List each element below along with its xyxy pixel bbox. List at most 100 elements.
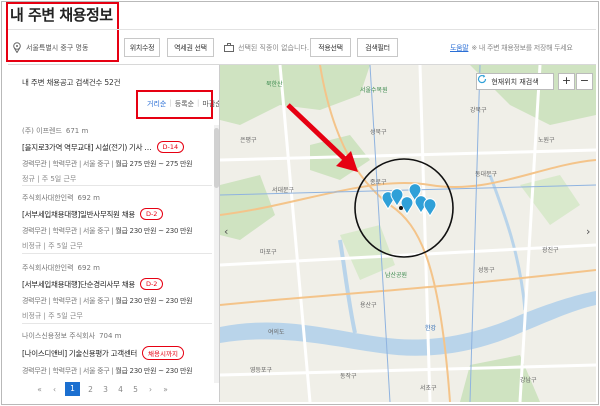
job-meta: 경력무관 | 학력무관 | 서울 중구 | 월급 230 만원 ~ 230 만원 xyxy=(22,297,193,305)
result-count: 내 주변 채용공고 검색건수 52건 xyxy=(22,78,121,87)
recenter-search-button[interactable]: 현재위치 재검색 xyxy=(476,73,554,90)
park-area xyxy=(520,175,580,225)
map-label: 강북구 xyxy=(470,107,487,114)
job-meta: 경력무관 | 학력무관 | 서울 중구 | 월급 275 만원 ~ 275 만원 xyxy=(22,160,193,168)
map-label: 남산공원 xyxy=(385,272,408,279)
job-distance: 704 m xyxy=(99,332,122,340)
job-pay: 월급 230 만원 ~ 230 만원 xyxy=(115,297,193,305)
prev-page-button[interactable]: ‹ xyxy=(47,385,62,394)
next-page-button[interactable]: › xyxy=(143,385,158,394)
job-meta-2: 비정규 | 주 5일 근무 xyxy=(22,242,83,250)
header-divider xyxy=(8,29,596,30)
edit-location-button[interactable]: 위치수정 xyxy=(124,38,160,57)
dday-badge: 채용시까지 xyxy=(142,346,184,360)
location-text: 서울특별시 중구 명동 xyxy=(26,43,89,52)
guide-notice: 도움말 ※ 내 주변 채용정보를 저장해 두세요 xyxy=(450,38,573,57)
current-location-dot xyxy=(399,206,403,210)
pagination: « ‹ 1 2 3 4 5 › » xyxy=(32,382,173,396)
job-title[interactable]: [을지로3가역 역무교대] 시설(전기) 기사 … xyxy=(22,142,152,153)
sort-by-deadline[interactable]: 마감순 xyxy=(199,99,219,109)
sort-by-distance[interactable]: 거리순 xyxy=(144,99,169,109)
pan-right-icon[interactable]: › xyxy=(586,225,590,238)
job-marker xyxy=(400,196,414,215)
map-label: 성북구 xyxy=(370,129,387,136)
map-label: 서초구 xyxy=(420,385,437,392)
first-page-button[interactable]: « xyxy=(32,385,47,394)
job-item[interactable]: 주식회사대한인력 692 m [서부세입채용대행]일반사무직원 채용 D-2 경력무… xyxy=(22,193,212,251)
job-list-panel: 내 주변 채용공고 검색건수 52건 거리순 | 등록순 | 마감순 (주) 이… xyxy=(8,65,220,402)
guide-text: ※ 내 주변 채용정보를 저장해 두세요 xyxy=(471,43,573,52)
map-label: 광진구 xyxy=(542,247,559,254)
map-label: 종로구 xyxy=(370,179,387,186)
last-page-button[interactable]: » xyxy=(158,385,173,394)
stream xyxy=(488,174,527,311)
help-link[interactable]: 도움말 xyxy=(450,43,469,53)
job-category-hint[interactable]: 선택된 직종이 없습니다. xyxy=(224,38,309,57)
job-distance: 692 m xyxy=(77,264,100,272)
briefcase-icon xyxy=(224,43,234,52)
job-item[interactable]: (주) 이프렌드 671 m [을지로3가역 역무교대] 시설(전기) 기사 … D… xyxy=(22,126,212,184)
area-select-button[interactable]: 역세권 선택 xyxy=(167,38,214,57)
job-meta-2: 비정규 | 주 5일 근무 xyxy=(22,312,83,320)
zoom-in-button[interactable]: + xyxy=(558,73,575,90)
recenter-label: 현재위치 재검색 xyxy=(491,77,539,86)
map-label: 성동구 xyxy=(478,267,495,274)
map-view[interactable]: 북한산 서울수목원 은평구 성북구 강북구 노원구 서대문구 종로구 동대문구 … xyxy=(220,65,596,402)
search-filter-button[interactable]: 검색필터 xyxy=(357,38,398,57)
map-label: 노원구 xyxy=(538,137,555,144)
sort-tabs: 거리순 | 등록순 | 마감순 xyxy=(144,99,219,109)
job-pay: 월급 275 만원 ~ 275 만원 xyxy=(115,160,193,168)
map-label: 동작구 xyxy=(340,373,357,380)
map-label: 영등포구 xyxy=(250,367,273,374)
page-5-button[interactable]: 5 xyxy=(128,385,143,394)
map-label: 서울수목원 xyxy=(360,87,388,94)
page-title: 내 주변 채용정보 xyxy=(10,6,113,24)
scrollbar-thumb[interactable] xyxy=(214,128,219,188)
dday-badge: D-14 xyxy=(156,141,185,153)
map-label: 동대문구 xyxy=(475,171,498,178)
dday-badge: D-2 xyxy=(139,208,164,220)
job-distance: 671 m xyxy=(65,127,89,135)
job-company: 주식회사대한인력 692 m xyxy=(22,264,100,272)
job-title[interactable]: [서부세입채용대행]일반사무직원 채용 xyxy=(22,209,135,220)
map-label: 강남구 xyxy=(520,377,537,384)
page-2-button[interactable]: 2 xyxy=(83,385,98,394)
map-label: 서대문구 xyxy=(272,187,295,194)
job-meta: 경력무관 | 학력무관 | 서울 중구 | 월급 230 만원 ~ 230 만원 xyxy=(22,367,193,375)
job-hint-text: 선택된 직종이 없습니다. xyxy=(238,43,310,52)
dday-badge: D-2 xyxy=(139,278,164,290)
park-area xyxy=(220,65,370,125)
map-label: 한강 xyxy=(425,325,437,332)
job-divider xyxy=(22,185,212,186)
sort-by-registration[interactable]: 등록순 xyxy=(172,99,197,109)
job-item[interactable]: 주식회사대한인력 692 m [서부세입채용대행]단순경리사무 채용 D-2 경력무… xyxy=(22,263,212,321)
job-distance: 692 m xyxy=(77,194,100,202)
map-label: 은평구 xyxy=(240,137,257,144)
job-pay: 월급 230 만원 ~ 230 만원 xyxy=(115,367,193,375)
refresh-icon xyxy=(477,74,487,84)
job-item[interactable]: 나이스신용정보 주식회사 704 m [나이스디앤비] 기술신용평가 고객센터 채용… xyxy=(22,331,212,376)
map-label: 용산구 xyxy=(360,302,377,309)
location-field[interactable]: 서울특별시 중구 명동 xyxy=(12,38,117,57)
job-title[interactable]: [나이스디앤비] 기술신용평가 고객센터 xyxy=(22,348,137,359)
zoom-out-button[interactable]: − xyxy=(576,73,593,90)
job-meta-2: 정규 | 주 5일 근무 xyxy=(22,175,77,183)
apply-button[interactable]: 적용선택 xyxy=(310,38,351,57)
map-label: 마포구 xyxy=(260,249,277,256)
page-4-button[interactable]: 4 xyxy=(113,385,128,394)
job-divider xyxy=(22,323,212,324)
page-1-button[interactable]: 1 xyxy=(65,382,80,396)
job-company: 주식회사대한인력 692 m xyxy=(22,194,100,202)
job-divider xyxy=(22,253,212,254)
job-meta: 경력무관 | 학력무관 | 서울 중구 | 월급 230 만원 ~ 230 만원 xyxy=(22,227,193,235)
location-pin-icon xyxy=(13,42,21,53)
job-company: (주) 이프렌드 671 m xyxy=(22,127,89,135)
job-title[interactable]: [서부세입채용대행]단순경리사무 채용 xyxy=(22,279,135,290)
map-canvas xyxy=(220,65,596,402)
page-3-button[interactable]: 3 xyxy=(98,385,113,394)
map-label: 북한산 xyxy=(266,81,283,88)
map-label: 여의도 xyxy=(268,329,285,336)
job-company: 나이스신용정보 주식회사 704 m xyxy=(22,332,122,340)
job-pay: 월급 230 만원 ~ 230 만원 xyxy=(115,227,193,235)
pan-left-icon[interactable]: ‹ xyxy=(224,225,228,238)
